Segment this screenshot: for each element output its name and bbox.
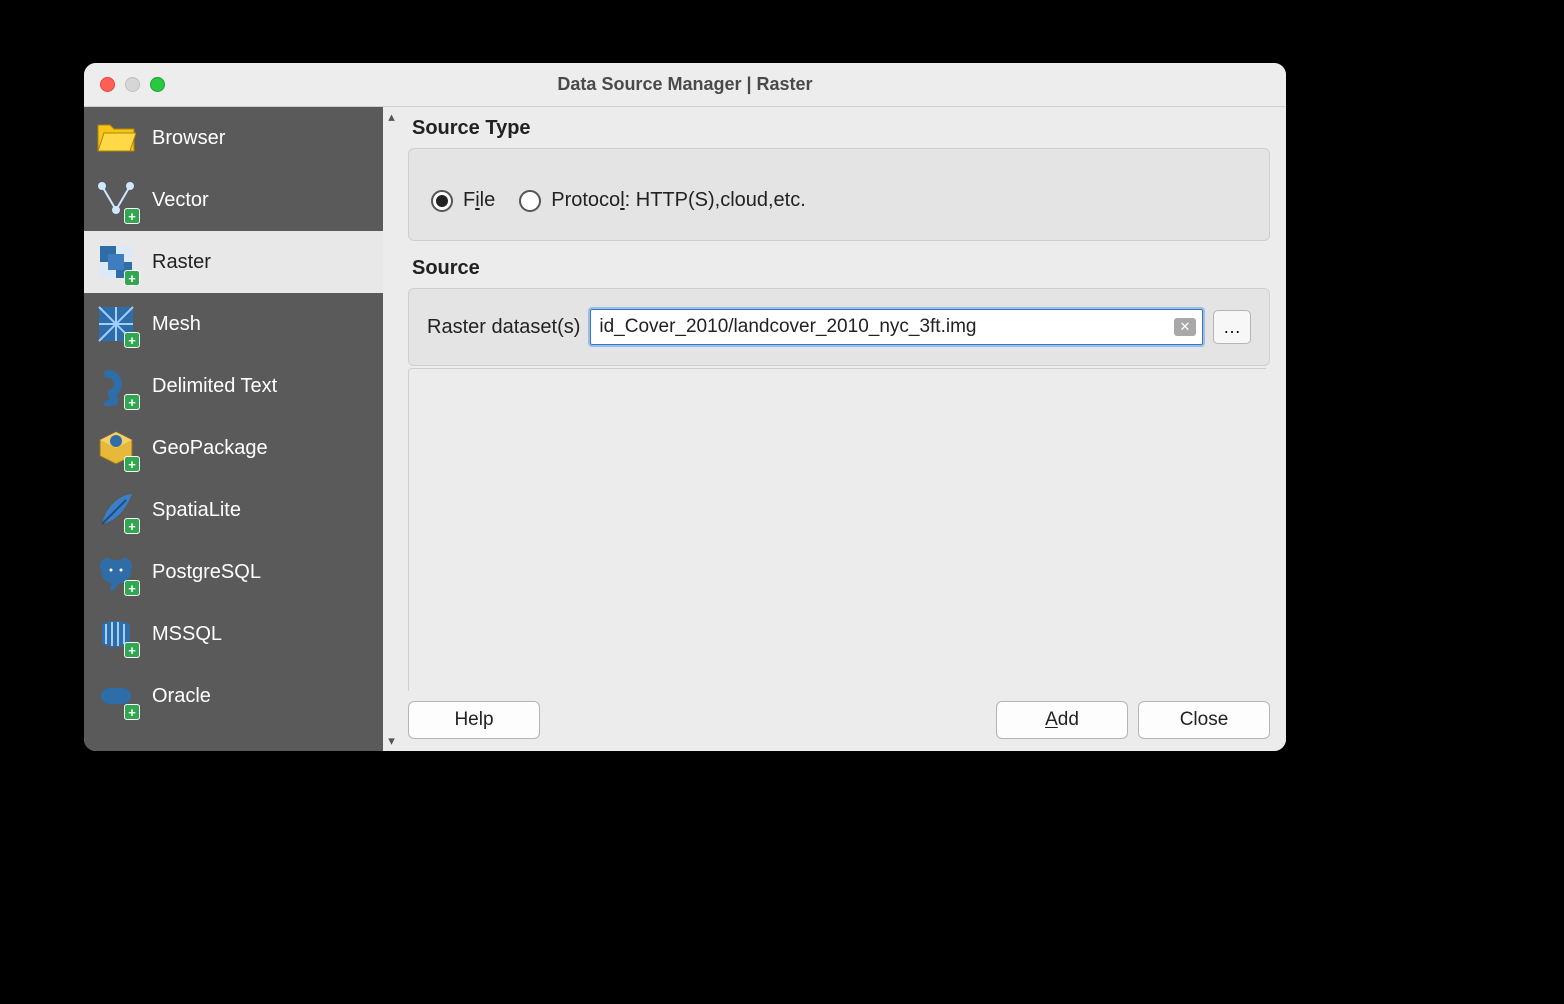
- plus-badge-icon: +: [124, 456, 140, 472]
- dialog-body: Browser + Vector + Raster + Mesh + Delimited Tex…: [84, 107, 1286, 751]
- minimize-window-button[interactable]: [125, 77, 140, 92]
- radio-file[interactable]: File: [431, 189, 495, 212]
- add-button[interactable]: Add: [996, 701, 1128, 739]
- source-type-header: Source Type: [412, 117, 1270, 140]
- close-button[interactable]: Close: [1138, 701, 1270, 739]
- comma-icon: +: [94, 364, 138, 408]
- source-type-radio-row: File Protocol: HTTP(S),cloud,etc.: [431, 167, 1247, 222]
- feather-icon: +: [94, 488, 138, 532]
- radio-protocol-label: Protocol: HTTP(S),cloud,etc.: [551, 189, 806, 212]
- sidebar-item-spatialite[interactable]: + SpatiaLite: [84, 479, 383, 541]
- sidebar-item-label: Oracle: [152, 685, 211, 708]
- plus-badge-icon: +: [124, 642, 140, 658]
- raster-dataset-input-wrap: ✕: [590, 309, 1203, 345]
- geopackage-icon: +: [94, 426, 138, 470]
- main-panel: Source Type File Protocol: HTTP(S),cloud…: [400, 107, 1286, 751]
- sidebar-item-postgresql[interactable]: + PostgreSQL: [84, 541, 383, 603]
- sidebar-item-label: Delimited Text: [152, 375, 277, 398]
- radio-file-label: File: [463, 189, 495, 212]
- sidebar-item-oracle[interactable]: + Oracle: [84, 665, 383, 727]
- sidebar-item-delimited-text[interactable]: + Delimited Text: [84, 355, 383, 417]
- sidebar-item-label: MSSQL: [152, 623, 222, 646]
- sidebar-item-vector[interactable]: + Vector: [84, 169, 383, 231]
- sidebar-item-label: Vector: [152, 189, 209, 212]
- help-button[interactable]: Help: [408, 701, 540, 739]
- titlebar: Data Source Manager | Raster: [84, 63, 1286, 107]
- plus-badge-icon: +: [124, 518, 140, 534]
- oracle-icon: +: [94, 674, 138, 718]
- source-group: Raster dataset(s) ✕ …: [408, 288, 1270, 366]
- clear-input-icon[interactable]: ✕: [1174, 318, 1196, 336]
- raster-icon: +: [94, 240, 138, 284]
- sidebar-item-label: GeoPackage: [152, 437, 268, 460]
- sidebar-item-label: PostgreSQL: [152, 561, 261, 584]
- plus-badge-icon: +: [124, 394, 140, 410]
- plus-badge-icon: +: [124, 270, 140, 286]
- scroll-down-arrow-icon: ▾: [388, 733, 395, 749]
- mssql-icon: +: [94, 612, 138, 656]
- dialog-window: Data Source Manager | Raster Browser + Vec…: [84, 63, 1286, 751]
- content-spacer: [408, 368, 1266, 691]
- radio-protocol-indicator: [519, 190, 541, 212]
- plus-badge-icon: +: [124, 332, 140, 348]
- elephant-icon: +: [94, 550, 138, 594]
- vector-icon: +: [94, 178, 138, 222]
- browse-button[interactable]: …: [1213, 310, 1251, 344]
- mesh-icon: +: [94, 302, 138, 346]
- sidebar-item-label: Raster: [152, 251, 211, 274]
- sidebar-item-raster[interactable]: + Raster: [84, 231, 383, 293]
- close-window-button[interactable]: [100, 77, 115, 92]
- plus-badge-icon: +: [124, 208, 140, 224]
- scroll-up-arrow-icon: ▴: [388, 109, 395, 125]
- window-title: Data Source Manager | Raster: [84, 74, 1286, 95]
- plus-badge-icon: +: [124, 704, 140, 720]
- raster-dataset-label: Raster dataset(s): [427, 316, 580, 339]
- sidebar-item-label: Mesh: [152, 313, 201, 336]
- zoom-window-button[interactable]: [150, 77, 165, 92]
- radio-file-indicator: [431, 190, 453, 212]
- folder-icon: [94, 116, 138, 160]
- sidebar: Browser + Vector + Raster + Mesh + Delimited Tex…: [84, 107, 383, 751]
- sidebar-item-label: SpatiaLite: [152, 499, 241, 522]
- sidebar-item-geopackage[interactable]: + GeoPackage: [84, 417, 383, 479]
- source-type-group: File Protocol: HTTP(S),cloud,etc.: [408, 148, 1270, 241]
- plus-badge-icon: +: [124, 580, 140, 596]
- sidebar-item-mesh[interactable]: + Mesh: [84, 293, 383, 355]
- radio-protocol[interactable]: Protocol: HTTP(S),cloud,etc.: [519, 189, 806, 212]
- traffic-lights: [100, 77, 165, 92]
- source-header: Source: [412, 257, 1270, 280]
- splitter[interactable]: ▴ ▾: [383, 107, 400, 751]
- dialog-button-row: Help Add Close: [408, 701, 1270, 739]
- sidebar-item-mssql[interactable]: + MSSQL: [84, 603, 383, 665]
- sidebar-item-browser[interactable]: Browser: [84, 107, 383, 169]
- sidebar-item-label: Browser: [152, 127, 225, 150]
- raster-dataset-input[interactable]: [590, 309, 1203, 345]
